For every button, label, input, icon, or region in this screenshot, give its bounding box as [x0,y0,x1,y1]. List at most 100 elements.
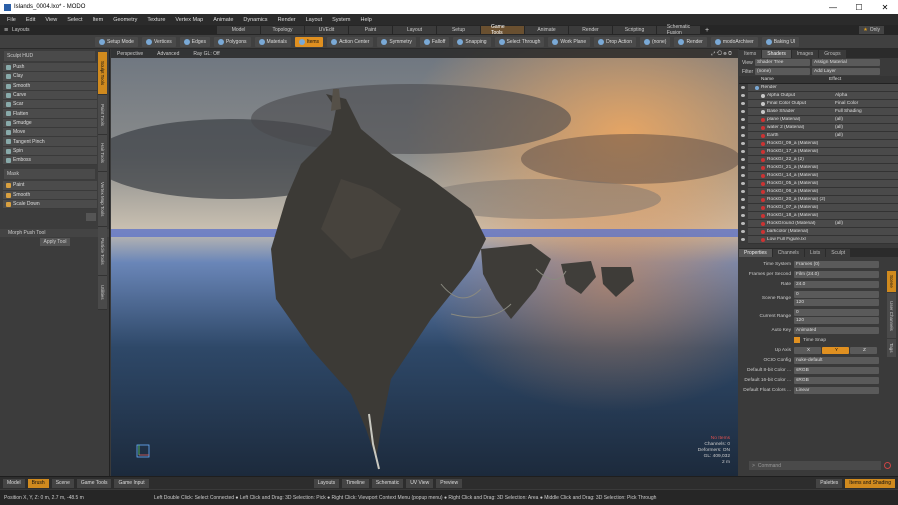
up-axis-z[interactable]: Z [850,346,877,354]
bottom-tab-game-tools[interactable]: Game Tools [76,478,112,488]
view-perspective[interactable]: Perspective [117,51,143,57]
vtab-vertex-map-tools[interactable]: Vertex Map Tools [98,172,107,226]
viewport-nav-icons[interactable]: ⤢ ⟲ ⊕ ◎ [711,51,732,57]
3d-viewport[interactable]: Perspective Advanced Ray GL: Off ⤢ ⟲ ⊕ ◎… [111,49,738,476]
shader-row[interactable]: Earth (all) [739,131,898,140]
expand-button[interactable] [86,213,96,222]
visibility-icon[interactable] [739,131,748,140]
visibility-icon[interactable] [739,195,748,204]
close-button[interactable]: ✕ [872,0,898,14]
shader-row[interactable]: RockGr_18_a (Material) [739,211,898,220]
shader-row[interactable]: Alpha Output Alpha [739,91,898,100]
tab-properties[interactable]: Properties [739,248,772,257]
shader-row[interactable]: RockGr_20_a (Material) (2) [739,195,898,204]
vtab-hair-tools[interactable]: Hair Tools [98,135,107,171]
view-mode[interactable]: Advanced [157,51,179,57]
shader-row[interactable]: RockGr_21_a (Material) [739,163,898,172]
hamburger-icon[interactable]: ≡ [4,27,12,34]
sculpt-tool-move[interactable]: Move [3,128,97,138]
mask-tool-smooth[interactable]: Smooth [3,190,97,200]
property-value[interactable]: Animated [794,326,879,334]
toolbar-materials[interactable]: Materials [254,36,291,47]
assign-material-button[interactable]: Assign Material [812,59,880,66]
shader-row[interactable]: RockGr_06_a (Material) [739,187,898,196]
vtab-particle-tools[interactable]: Particle Tools [98,227,107,275]
sculpt-hud-header[interactable]: Sculpt HUD [4,51,95,61]
morph-push-tool[interactable]: Morph Push Tool [0,229,109,238]
vtab-paint-tools[interactable]: Paint Tools [98,95,107,134]
visibility-icon[interactable] [739,219,748,228]
property-value[interactable]: nuke-default [794,356,879,364]
menu-edit[interactable]: Edit [21,17,40,23]
shader-row[interactable]: RockGr_14_a (Material) [739,171,898,180]
side-tab-tags[interactable]: Tags [887,339,896,357]
shader-row[interactable]: Low Full Figure.lxl [739,235,898,244]
bottom-tab-uv-view[interactable]: UV View [406,478,434,488]
shader-row[interactable]: RockGr_09_a (Material) [739,139,898,148]
sculpt-tool-tangent-pinch[interactable]: Tangent Pinch [3,137,97,147]
sculpt-tool-carve[interactable]: Carve [3,90,97,101]
ray-gl-toggle[interactable]: Ray GL: Off [193,51,219,57]
sculpt-tool-emboss[interactable]: Emboss [3,155,97,166]
time-snap-checkbox[interactable] [794,337,800,343]
add-layout-button[interactable]: + [705,27,709,34]
shader-row[interactable]: Render [739,83,898,92]
sculpt-tool-scar[interactable]: Scar [3,100,97,110]
visibility-icon[interactable] [739,115,748,124]
menu-dynamics[interactable]: Dynamics [238,17,272,23]
property-value[interactable]: Frames (0) [794,260,879,268]
view-select[interactable]: Shader Tree [755,59,810,66]
bottom-tab-brush[interactable]: Brush [27,478,49,488]
toolbar-items[interactable]: Items [294,36,324,47]
toolbar-polygons[interactable]: Polygons [213,36,251,47]
bottom-tab-items-and-shading[interactable]: Items and Shading [845,478,895,488]
toolbar-setup-mode[interactable]: Setup Mode [95,36,138,47]
tab-paint[interactable]: Paint [349,26,392,34]
visibility-icon[interactable] [739,91,748,100]
record-icon[interactable] [884,462,891,469]
sculpt-tool-clay[interactable]: Clay [3,72,97,82]
toolbar-symmetry[interactable]: Symmetry [377,36,416,47]
tab-channels[interactable]: Channels [772,248,804,257]
visibility-icon[interactable] [739,187,748,196]
tab-sculpt[interactable]: Sculpt [826,248,851,257]
command-input[interactable]: > Command [749,461,881,470]
toolbar-render[interactable]: Render [674,36,707,47]
filter-select[interactable]: (none) [755,68,810,75]
bottom-tab-palettes[interactable]: Palettes [816,478,843,488]
visibility-icon[interactable] [739,83,748,92]
bottom-tab-model[interactable]: Model [3,478,25,488]
tab-game-tools[interactable]: Game Tools [481,24,524,36]
toolbar-edges[interactable]: Edges [179,36,210,47]
menu-view[interactable]: View [40,17,62,23]
toolbar-modoarchiver[interactable]: modoArchiver [710,36,758,47]
toolbar-snapping[interactable]: Snapping [453,36,491,47]
shader-row[interactable]: RockGr_22_a (2) [739,155,898,164]
sculpt-tool-push[interactable]: Push [3,63,97,73]
shader-row[interactable]: RockGr_05_a (Material) [739,179,898,188]
tab-shaders[interactable]: Shaders [762,49,791,58]
toolbar-work-plane[interactable]: Work Plane [548,36,591,47]
property-value[interactable]: Film (24.0) [794,270,879,278]
up-axis-x[interactable]: X [794,346,821,354]
tab-model[interactable]: Model [217,26,260,34]
sculpt-tool-spin[interactable]: Spin [3,146,97,156]
menu-item[interactable]: Item [87,17,108,23]
toolbar-select-through[interactable]: Select Through [494,36,545,47]
menu-system[interactable]: System [327,17,355,23]
visibility-icon[interactable] [739,155,748,164]
toolbar-vertices[interactable]: Vertices [141,36,176,47]
shader-row[interactable]: water 2 (Material) (all) [739,123,898,132]
tab-layout[interactable]: Layout [393,26,436,34]
visibility-icon[interactable] [739,107,748,116]
add-layer-button[interactable]: Add Layer [812,68,880,75]
maximize-button[interactable]: ☐ [846,0,872,14]
visibility-icon[interactable] [739,99,748,108]
bottom-tab-layouts[interactable]: Layouts [313,478,340,488]
up-axis-y[interactable]: Y [822,346,849,354]
tab-schematic-fusion[interactable]: Schematic Fusion [657,24,700,36]
property-value[interactable]: 24.0 [794,280,879,288]
tab-lists[interactable]: Lists [804,248,826,257]
toolbar-falloff[interactable]: Falloff [419,36,450,47]
shader-row[interactable]: RockGr_17_a (Material) [739,147,898,156]
